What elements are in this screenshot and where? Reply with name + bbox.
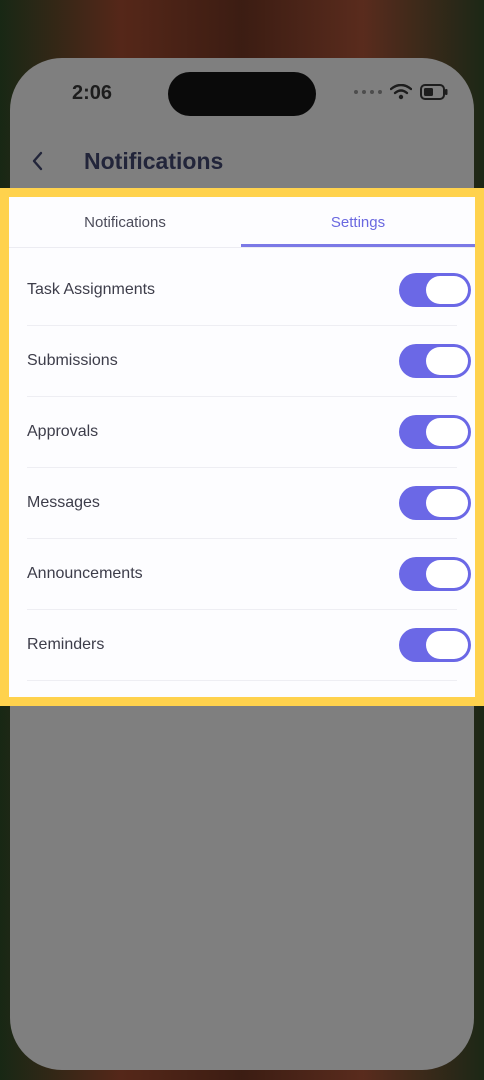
task-assignments-toggle[interactable] bbox=[399, 273, 471, 307]
setting-row-submissions: Submissions bbox=[27, 326, 471, 397]
reminders-toggle[interactable] bbox=[399, 628, 471, 662]
tab-notifications[interactable]: Notifications bbox=[9, 197, 241, 247]
battery-icon bbox=[420, 84, 448, 100]
active-tab-indicator bbox=[241, 244, 475, 247]
setting-row-reminders: Reminders bbox=[27, 610, 471, 681]
setting-row-approvals: Approvals bbox=[27, 397, 471, 468]
setting-label: Approvals bbox=[27, 423, 99, 440]
toggle-knob bbox=[426, 276, 468, 304]
dynamic-island bbox=[168, 72, 316, 116]
settings-list: Task Assignments Submissions Approvals M… bbox=[9, 255, 475, 681]
back-chevron-icon[interactable] bbox=[30, 150, 44, 177]
setting-label: Messages bbox=[27, 494, 100, 511]
page-title: Notifications bbox=[84, 148, 224, 174]
setting-label: Submissions bbox=[27, 352, 118, 369]
toggle-knob bbox=[426, 560, 468, 588]
toggle-knob bbox=[426, 418, 468, 446]
toggle-knob bbox=[426, 489, 468, 517]
tab-bar: Notifications Settings bbox=[9, 197, 475, 248]
status-time: 2:06 bbox=[72, 82, 113, 104]
submissions-toggle[interactable] bbox=[399, 344, 471, 378]
status-indicators bbox=[354, 84, 448, 100]
signal-icon bbox=[354, 90, 382, 94]
setting-row-task-assignments: Task Assignments bbox=[27, 255, 471, 326]
setting-label: Reminders bbox=[27, 636, 105, 653]
toggle-knob bbox=[426, 631, 468, 659]
setting-row-messages: Messages bbox=[27, 468, 471, 539]
announcements-toggle[interactable] bbox=[399, 557, 471, 591]
wifi-icon bbox=[390, 84, 412, 100]
approvals-toggle[interactable] bbox=[399, 415, 471, 449]
setting-label: Task Assignments bbox=[27, 281, 156, 298]
tab-settings[interactable]: Settings bbox=[241, 197, 475, 247]
toggle-knob bbox=[426, 347, 468, 375]
messages-toggle[interactable] bbox=[399, 486, 471, 520]
setting-row-announcements: Announcements bbox=[27, 539, 471, 610]
highlighted-settings-panel: Notifications Settings Task Assignments … bbox=[0, 188, 484, 706]
setting-label: Announcements bbox=[27, 565, 143, 582]
app-header: Notifications bbox=[10, 144, 474, 184]
